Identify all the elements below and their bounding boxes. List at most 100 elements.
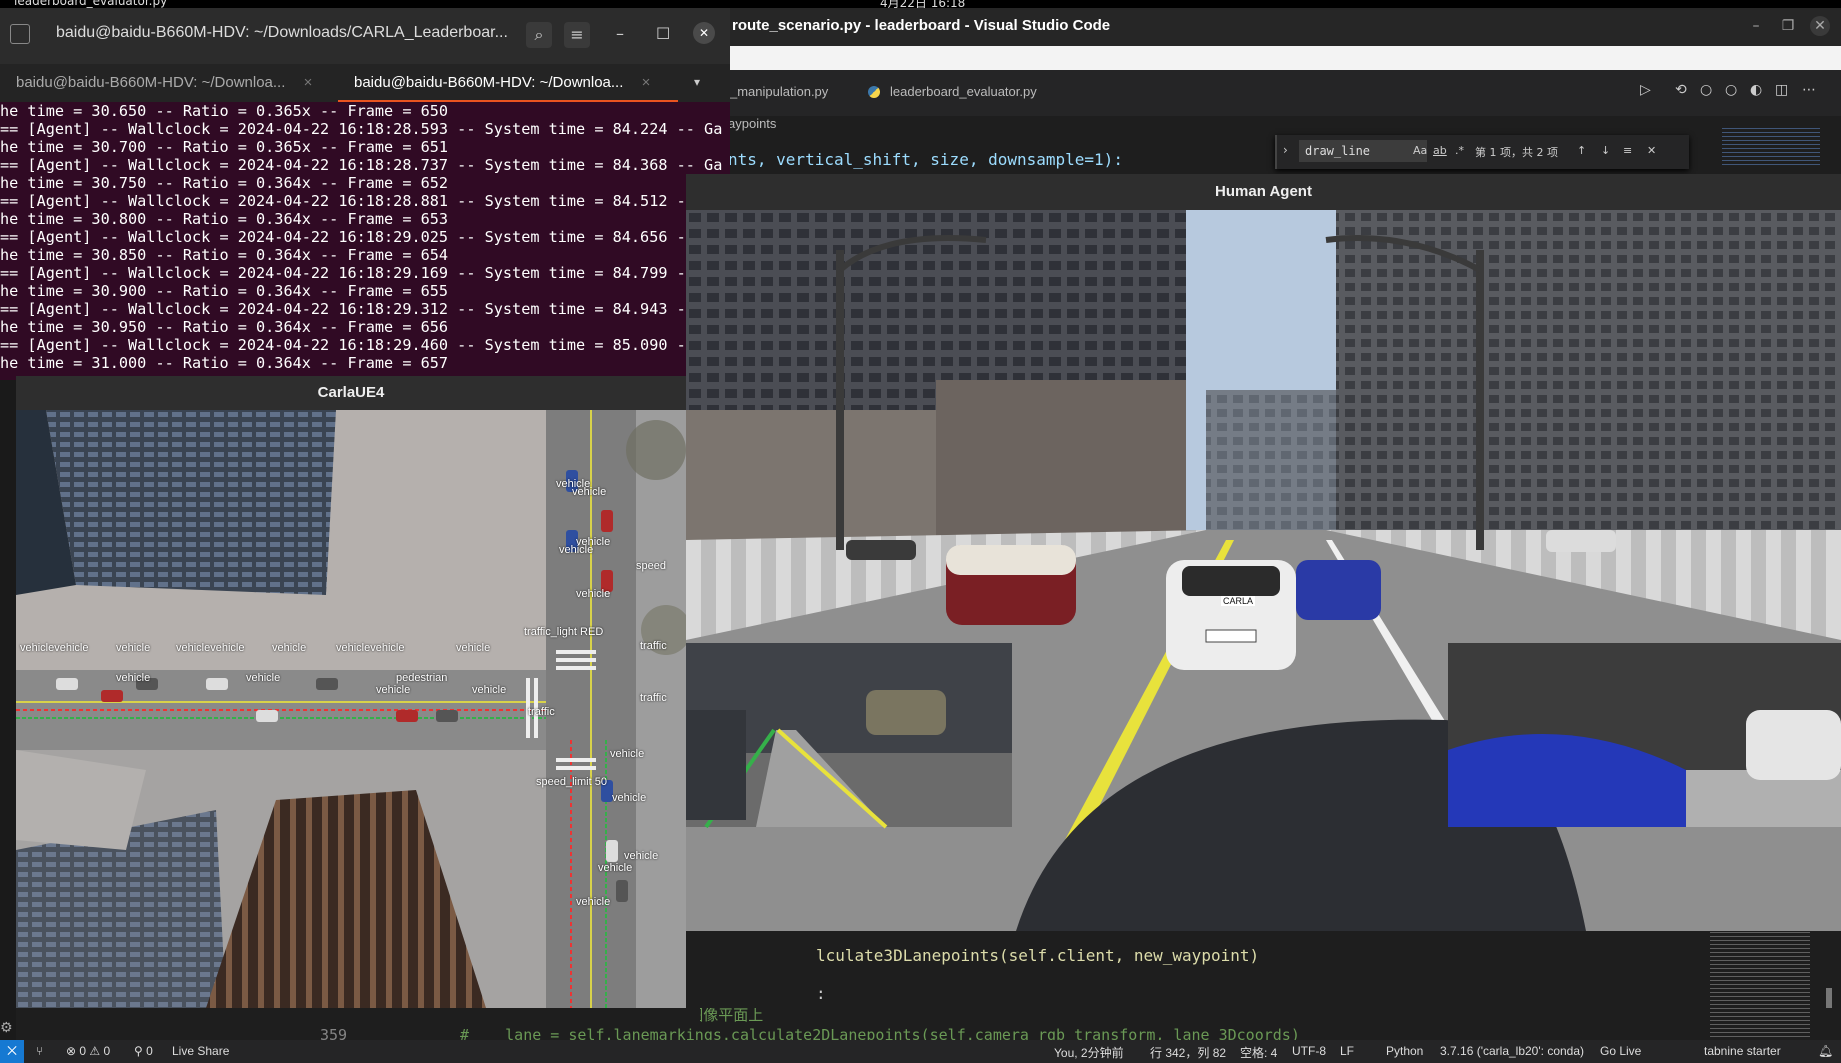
terminal-tab-1[interactable]: baidu@baidu-B660M-HDV: ~/Downloa... × bbox=[0, 64, 346, 102]
cursor-position[interactable]: 行 342，列 82 bbox=[1150, 1044, 1226, 1061]
system-top-bar: leaderboard_evaluator.py 4月22日 16:18 bbox=[0, 0, 1841, 8]
find-widget: › draw_line Aa ab .* 第 1 项，共 2 项 ↑ ↓ ≡ ✕ bbox=[1275, 135, 1689, 169]
terminal-line: he time = 30.850 -- Ratio = 0.364x -- Fr… bbox=[0, 246, 449, 264]
git-next-icon[interactable]: ○ bbox=[1725, 82, 1737, 98]
terminal-line: == [Agent] -- Wallclock = 2024-04-22 16:… bbox=[0, 120, 723, 138]
minimap[interactable] bbox=[1722, 128, 1820, 168]
vehicle-label: vehicle bbox=[598, 862, 633, 874]
human-agent-window: Human Agent CARLA bbox=[686, 174, 1841, 931]
close-icon[interactable]: × bbox=[304, 74, 313, 91]
split-editor-icon[interactable]: ◫ bbox=[1775, 82, 1788, 98]
match-word-icon[interactable]: ab bbox=[1433, 144, 1447, 157]
terminal-line: == [Agent] -- Wallclock = 2024-04-22 16:… bbox=[0, 336, 695, 354]
close-icon[interactable]: ✕ bbox=[1810, 16, 1830, 36]
find-input[interactable]: draw_line bbox=[1299, 140, 1427, 162]
vehicle-label: vehicle bbox=[610, 748, 645, 760]
traffic-light-label: traffic bbox=[640, 692, 667, 704]
comment-text: # # 将三维车道点映射到二维图像平面上 bbox=[700, 1008, 764, 1024]
carla-ue4-window: CarlaUE4 vehicle vehicle vehicle vehicle… bbox=[16, 376, 686, 1008]
restore-icon[interactable]: ❐ bbox=[1778, 16, 1798, 36]
speed-sign-label: speed bbox=[636, 560, 666, 572]
close-icon[interactable]: ✕ bbox=[1647, 144, 1656, 157]
terminal-line: == [Agent] -- Wallclock = 2024-04-22 16:… bbox=[0, 264, 695, 282]
scrollbar-thumb[interactable] bbox=[1826, 988, 1832, 1008]
vehicle-label: vehicle bbox=[472, 684, 507, 696]
terminal-line: he time = 30.950 -- Ratio = 0.364x -- Fr… bbox=[0, 318, 449, 336]
tab-leaderboard-evaluator-py[interactable]: leaderboard_evaluator.py bbox=[890, 84, 1037, 99]
vehicle-label: vehicle bbox=[576, 536, 611, 548]
minimize-icon[interactable]: – bbox=[616, 24, 624, 43]
terminal-title: baidu@baidu-B660M-HDV: ~/Downloads/CARLA… bbox=[56, 24, 508, 41]
git-compare-icon[interactable]: ⟲ bbox=[1675, 82, 1687, 98]
maximize-icon[interactable]: ☐ bbox=[656, 24, 670, 43]
remote-icon[interactable]: ⨉ bbox=[0, 1040, 24, 1063]
new-tab-icon[interactable] bbox=[10, 24, 30, 44]
terminal-tab-bar: baidu@baidu-B660M-HDV: ~/Downloa... × ba… bbox=[0, 64, 730, 102]
vehicle-label: vehicle bbox=[246, 672, 281, 684]
git-blame-info[interactable]: You, 2分钟前 bbox=[1054, 1044, 1124, 1061]
code-line-mid[interactable]: lculate3DLanepoints(self.client, new_way… bbox=[816, 946, 1259, 965]
go-live-button[interactable]: Go Live bbox=[1600, 1044, 1641, 1058]
close-icon[interactable]: × bbox=[642, 74, 651, 91]
terminal-line: == [Agent] -- Wallclock = 2024-04-22 16:… bbox=[0, 228, 695, 246]
notifications-bell-icon[interactable]: 🔔︎ bbox=[1818, 1044, 1833, 1058]
indentation[interactable]: 空格: 4 bbox=[1240, 1044, 1277, 1061]
more-actions-icon[interactable]: ⋯ bbox=[1802, 82, 1816, 98]
front-camera-scene bbox=[686, 210, 1841, 931]
blue-car bbox=[1296, 560, 1381, 620]
system-clock[interactable]: 4月22日 16:18 bbox=[880, 0, 965, 8]
encoding[interactable]: UTF-8 bbox=[1292, 1044, 1326, 1058]
problems-indicator[interactable]: ⊗ 0 ⚠ 0 bbox=[66, 1044, 110, 1058]
ports-indicator[interactable]: ⚲ 0 bbox=[134, 1044, 153, 1058]
terminal-window: baidu@baidu-B660M-HDV: ~/Downloads/CARLA… bbox=[0, 8, 730, 380]
arrow-up-icon[interactable]: ↑ bbox=[1577, 144, 1586, 157]
breadcrumb[interactable]: aypoints bbox=[728, 116, 776, 131]
white-suv bbox=[1166, 560, 1296, 670]
live-share-button[interactable]: Live Share bbox=[172, 1044, 229, 1058]
hamburger-menu-icon[interactable]: ≡ bbox=[564, 22, 590, 48]
regex-icon[interactable]: .* bbox=[1455, 144, 1464, 157]
vehicle-label: vehicle bbox=[576, 588, 611, 600]
traffic-light-label: traffic_light RED bbox=[524, 626, 604, 638]
terminal-line: he time = 30.700 -- Ratio = 0.365x -- Fr… bbox=[0, 138, 449, 156]
traffic-light-label: traffic bbox=[640, 640, 667, 652]
speed-limit-label: speed_limit 50 bbox=[536, 776, 607, 788]
tab-manipulation-py[interactable]: _manipulation.py bbox=[730, 84, 828, 99]
minimize-icon[interactable]: – bbox=[1746, 16, 1766, 36]
run-icon[interactable]: ▷ bbox=[1640, 82, 1651, 98]
terminal-output[interactable]: he time = 30.650 -- Ratio = 0.365x -- Fr… bbox=[0, 102, 730, 372]
close-icon[interactable]: ✕ bbox=[693, 22, 715, 44]
vehicle-label: vehicle bbox=[612, 792, 647, 804]
carla-birdseye-view[interactable]: vehicle vehicle vehicle vehicle vehicle … bbox=[16, 410, 686, 1008]
vehicle-label: vehicle bbox=[272, 642, 307, 654]
code-line-top[interactable]: nts, vertical_shift, size, downsample=1)… bbox=[728, 150, 1123, 169]
human-agent-title: Human Agent bbox=[686, 174, 1841, 210]
gitlens-icon[interactable]: ◐ bbox=[1750, 82, 1762, 98]
git-prev-icon[interactable]: ○ bbox=[1700, 82, 1712, 98]
python-file-icon bbox=[868, 86, 880, 98]
minimap-lower[interactable] bbox=[1710, 928, 1810, 1048]
git-branch-icon[interactable]: ⑂ bbox=[36, 1044, 43, 1058]
code-line-colon[interactable]: : bbox=[816, 984, 826, 1003]
vscode-menu-strip bbox=[700, 46, 1841, 70]
code-line-358[interactable]: 358 # # 将三维车道点映射到二维图像平面上 bbox=[700, 1008, 1841, 1026]
chevron-right-icon[interactable]: › bbox=[1283, 143, 1288, 157]
vehicle-label: vehicle bbox=[116, 672, 151, 684]
terminal-tab-2[interactable]: baidu@baidu-B660M-HDV: ~/Downloa... × bbox=[338, 64, 678, 102]
settings-gear-icon[interactable]: ⚙ bbox=[0, 1020, 13, 1036]
python-interpreter[interactable]: 3.7.16 ('carla_lb20': conda) bbox=[1440, 1044, 1584, 1058]
end-of-line[interactable]: LF bbox=[1340, 1044, 1354, 1058]
vehicle-label: vehicle bbox=[624, 850, 659, 862]
tabnine-status[interactable]: tabnine starter bbox=[1704, 1044, 1781, 1058]
find-in-selection-icon[interactable]: ≡ bbox=[1623, 144, 1632, 157]
language-mode[interactable]: Python bbox=[1386, 1044, 1423, 1058]
terminal-line: he time = 30.750 -- Ratio = 0.364x -- Fr… bbox=[0, 174, 449, 192]
license-plate: CARLA bbox=[1221, 596, 1256, 606]
find-result-count: 第 1 项，共 2 项 bbox=[1475, 146, 1558, 159]
terminal-line: he time = 31.000 -- Ratio = 0.364x -- Fr… bbox=[0, 354, 449, 372]
match-case-icon[interactable]: Aa bbox=[1413, 144, 1427, 157]
human-agent-camera-view[interactable]: CARLA bbox=[686, 210, 1841, 931]
chevron-down-icon[interactable]: ▾ bbox=[694, 75, 700, 89]
search-icon[interactable]: ⌕ bbox=[526, 22, 552, 48]
arrow-down-icon[interactable]: ↓ bbox=[1601, 144, 1610, 157]
